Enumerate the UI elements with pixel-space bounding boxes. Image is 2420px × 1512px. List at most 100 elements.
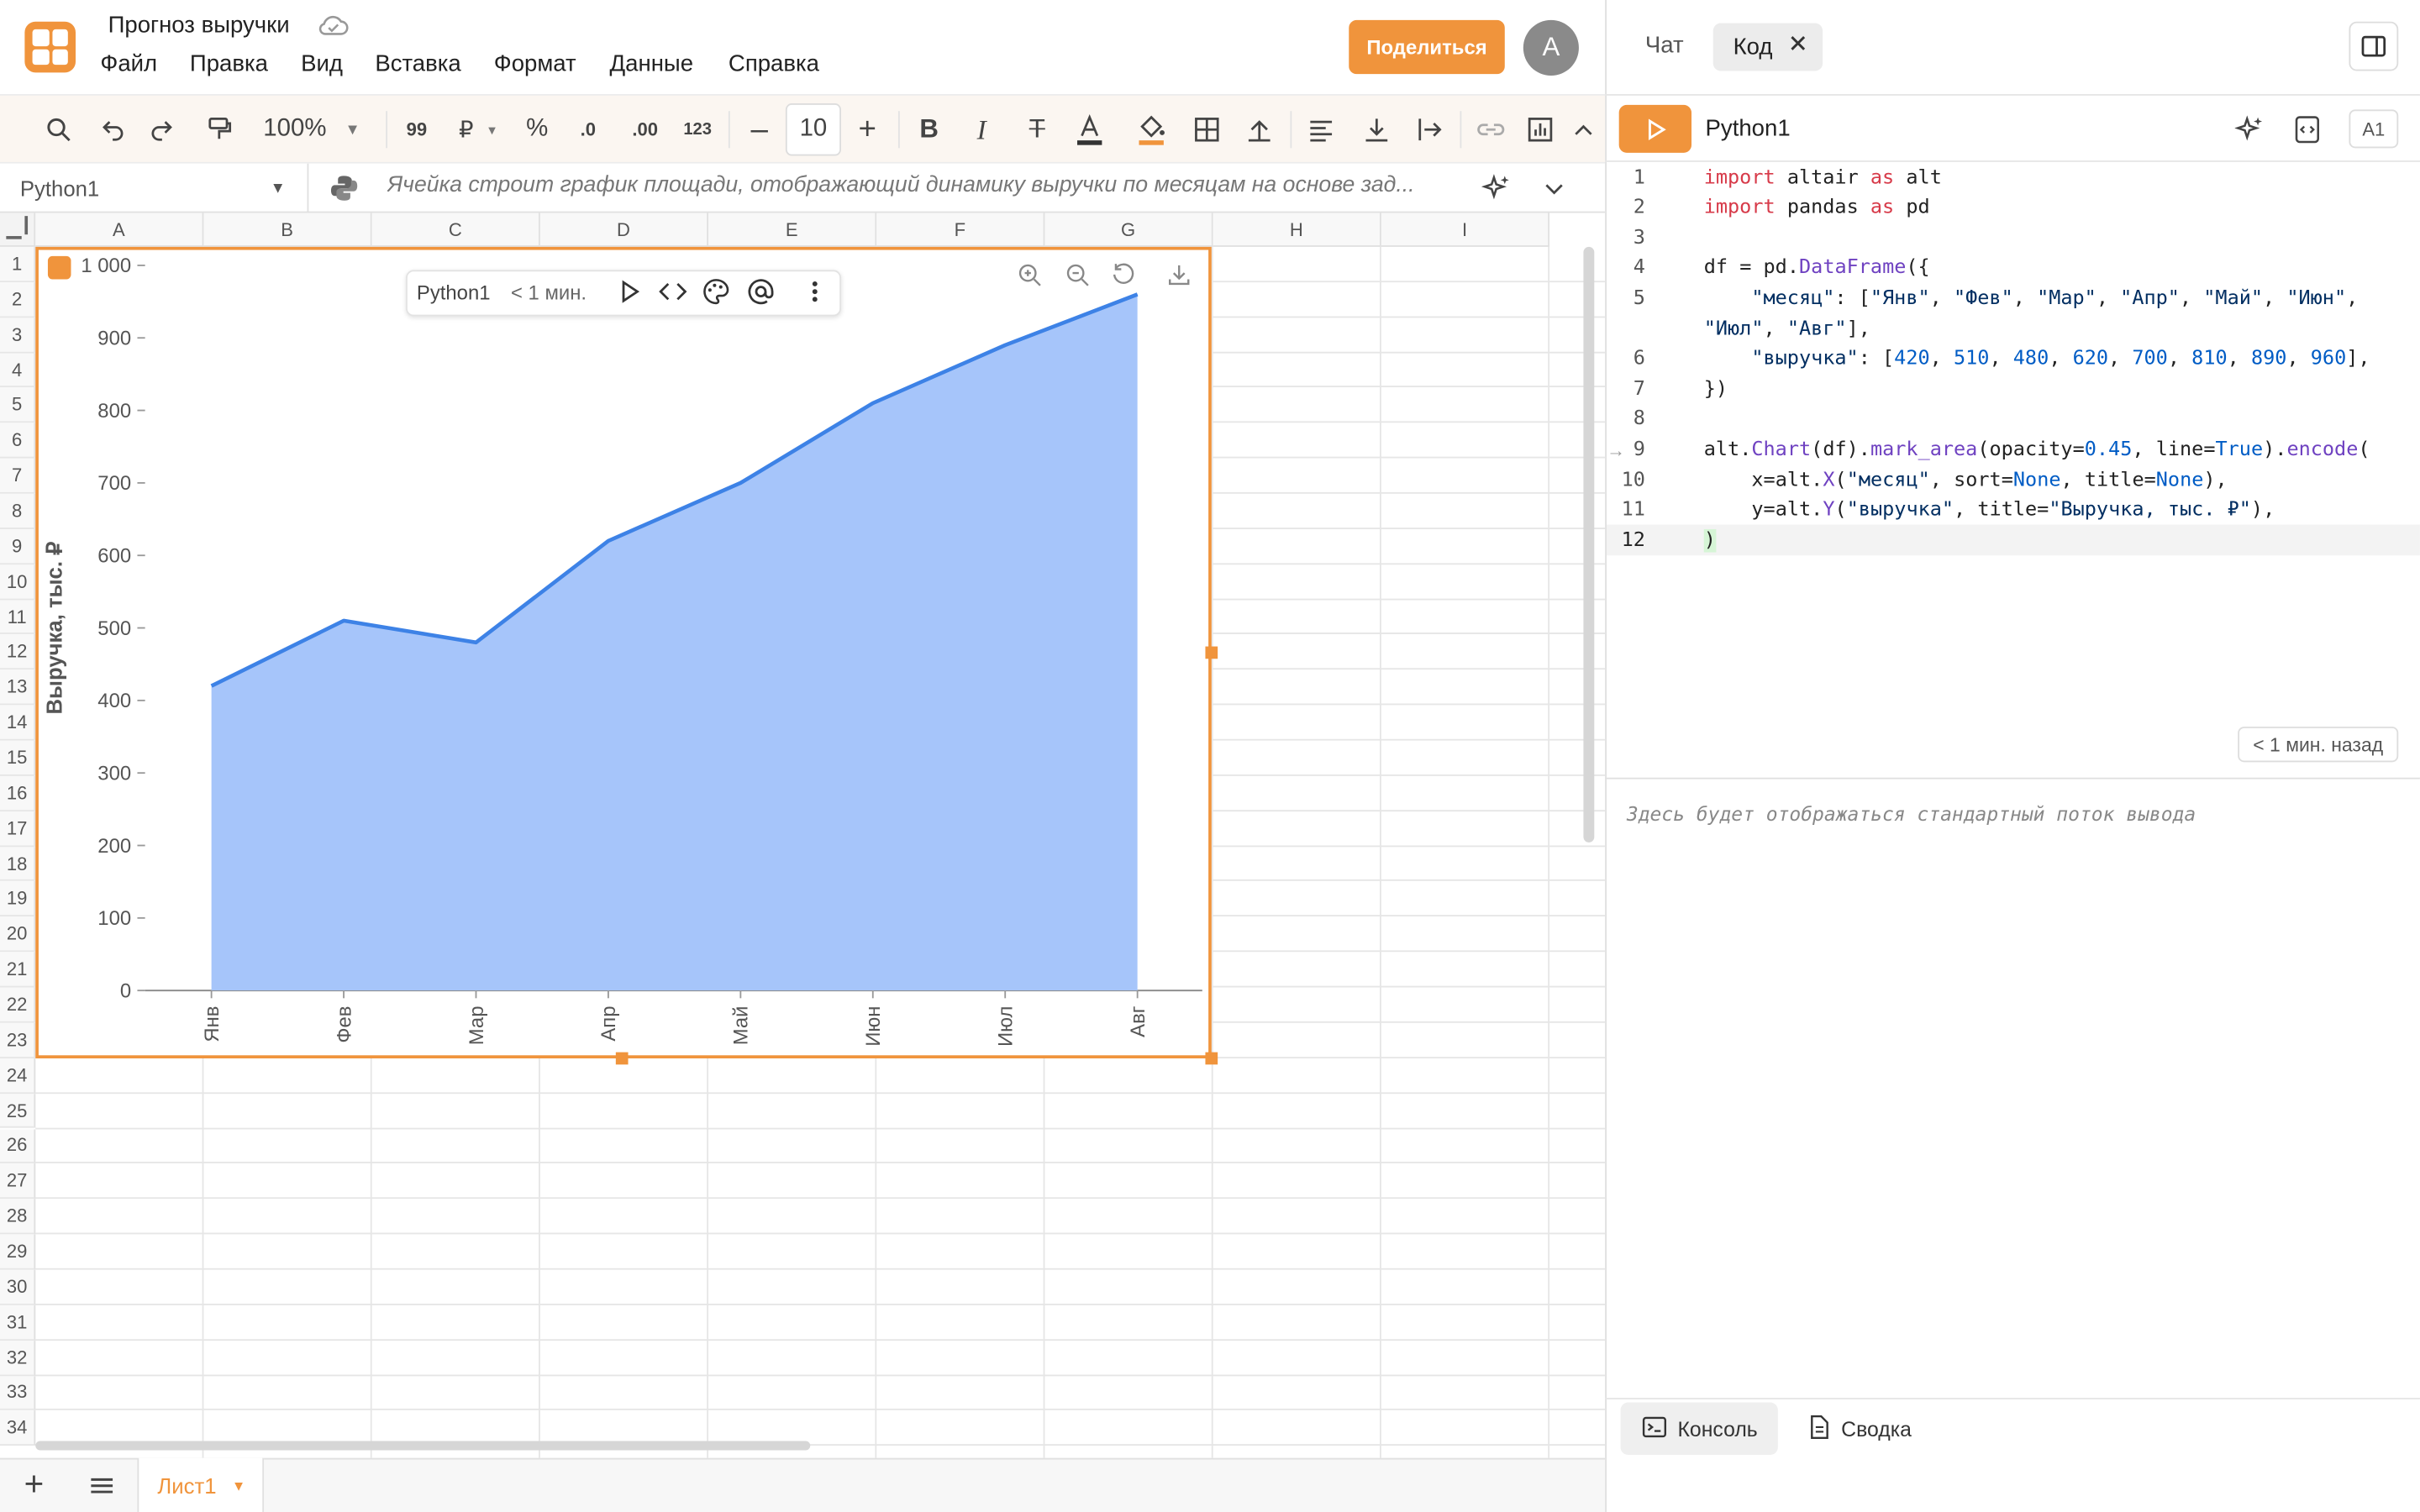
code-token: = <box>1763 468 1776 491</box>
y-tick-label: 300 <box>97 762 131 785</box>
code-token: alt <box>1703 438 1740 461</box>
code-text: import pandas as pd <box>1704 193 1930 223</box>
code-token: as <box>1870 196 1895 219</box>
toggle-panel-icon[interactable] <box>2349 21 2399 71</box>
code-token: "Выручка, тыс. ₽" <box>2049 498 2251 522</box>
app-frame: Прогноз выручки Файл Правка Вид Вставка … <box>0 0 2420 1512</box>
code-token: , <box>1929 468 1954 491</box>
code-token: , <box>1763 317 1787 340</box>
code-line[interactable]: 4 df = pd.DataFrame({ <box>1605 254 2420 284</box>
code-line[interactable]: 8 <box>1605 405 2420 435</box>
code-line[interactable]: 5 "месяц": ["Янв", "Фев", "Мар", "Апр", … <box>1605 284 2420 314</box>
code-line[interactable]: 2 import pandas as pd <box>1605 193 2420 223</box>
code-token: , <box>1989 347 2013 370</box>
code-token: , <box>2132 438 2156 461</box>
code-token: , <box>2263 286 2287 310</box>
play-icon[interactable] <box>619 279 641 312</box>
code-token: = <box>2203 438 2216 461</box>
y-tick-label: 800 <box>97 400 131 423</box>
code-token: , <box>2227 347 2251 370</box>
horizontal-scrollbar[interactable] <box>35 1441 811 1451</box>
line-number: 4 <box>1633 256 1645 280</box>
code-token: "Фев" <box>1953 286 2013 310</box>
code-token: opacity <box>1989 438 2073 461</box>
code-line[interactable]: 10 x=alt.X("месяц", sort=None, title=Non… <box>1605 465 2420 496</box>
close-icon[interactable] <box>1787 33 1809 60</box>
x-tick-label: Апр <box>597 1006 620 1042</box>
code-token: 420 <box>1894 347 1930 370</box>
code-token: , <box>1929 347 1954 370</box>
y-tick-label: 900 <box>97 328 131 350</box>
code-token: pd <box>1763 256 1787 280</box>
code-line[interactable]: 11 y=alt.Y("выручка", title="Выручка, ты… <box>1605 496 2420 526</box>
vertical-scrollbar[interactable] <box>1583 246 1595 843</box>
code-token: "месяц" <box>1846 468 1930 491</box>
reset-zoom-icon[interactable] <box>1111 262 1135 295</box>
y-tick-label: 700 <box>97 472 131 495</box>
code-token: , <box>1954 498 1978 522</box>
code-token: ), <box>2250 498 2275 522</box>
code-token: ), <box>2203 468 2228 491</box>
code-line[interactable]: 12) <box>1605 526 2420 556</box>
code-token: encode <box>2286 438 2359 461</box>
code-token: mark_area <box>1870 438 1978 461</box>
tab-summary[interactable]: Сводка <box>1793 1403 1941 1455</box>
code-token: ) <box>1703 528 1716 552</box>
ai-sparkle-icon[interactable] <box>2234 114 2266 153</box>
run-cell-button[interactable] <box>1618 104 1692 153</box>
zoom-in-icon[interactable] <box>1017 262 1041 295</box>
more-vert-icon[interactable] <box>810 279 819 312</box>
code-token: , <box>2012 286 2038 310</box>
panel-divider <box>1605 160 2420 162</box>
code-token: , <box>2096 286 2121 310</box>
panel-divider <box>1605 94 2420 96</box>
area-chart: 0 100 200 300 400 500 600 700 800 900 1 000 Янв Фев М… <box>43 255 1202 1047</box>
code-text: y=alt.Y("выручка", title="Выручка, тыс. … <box>1704 496 2275 526</box>
code-token: = <box>1728 256 1764 280</box>
code-token: , <box>2179 286 2204 310</box>
code-token: , <box>1929 286 1954 310</box>
panel-divider <box>1605 777 2420 780</box>
add-sheet-button[interactable]: + <box>17 1464 50 1503</box>
code-token: 510 <box>1953 347 1990 370</box>
code-line[interactable]: 1 import altair as alt <box>1605 163 2420 193</box>
y-tick-label: 1 000 <box>81 255 131 277</box>
code-token: alt <box>1775 468 1812 491</box>
sheet-tab-active[interactable]: Лист1 ▼ <box>137 1457 265 1512</box>
code-token: . <box>1811 468 1823 491</box>
download-icon[interactable] <box>1167 262 1192 295</box>
tab-chat[interactable]: Чат <box>1645 33 1684 59</box>
code-text: alt.Chart(df).mark_area(opacity=0.45, li… <box>1704 435 2370 465</box>
code-token: "Апр" <box>2120 286 2180 310</box>
code-line[interactable]: 9 alt.Chart(df).mark_area(opacity=0.45, l… <box>1605 435 2420 465</box>
line-number: 8 <box>1633 407 1645 431</box>
area-fill <box>211 294 1138 991</box>
tab-console[interactable]: Консоль <box>1620 1402 1778 1456</box>
chevron-down-icon: ▼ <box>231 1477 246 1494</box>
mention-icon[interactable] <box>747 278 775 313</box>
palette-icon[interactable] <box>702 278 730 313</box>
code-line[interactable]: 6 "выручка": [420, 510, 480, 620, 700, 8… <box>1605 344 2420 375</box>
code-icon[interactable] <box>659 279 687 312</box>
zoom-out-icon[interactable] <box>1065 262 1089 295</box>
y-tick-label: 600 <box>97 544 131 567</box>
x-tick-label: Май <box>730 1006 753 1046</box>
code-token: y <box>1751 498 1764 522</box>
code-token: ], <box>1846 317 1870 340</box>
tab-code[interactable]: Код <box>1712 23 1823 71</box>
code-token: 890 <box>2250 347 2287 370</box>
code-line[interactable]: 7}) <box>1605 375 2420 405</box>
code-line[interactable]: "Июл", "Авг"], <box>1605 314 2420 344</box>
code-token: df <box>1823 438 1847 461</box>
code-token: ( <box>2358 438 2370 461</box>
all-sheets-menu-icon[interactable] <box>87 1472 118 1507</box>
code-token: }) <box>1703 377 1728 401</box>
code-token: alt <box>1775 498 1812 522</box>
code-line[interactable]: 3 <box>1605 223 2420 254</box>
cell-reference-badge[interactable]: A1 <box>2349 109 2399 149</box>
code-snippet-icon[interactable] <box>2293 114 2321 153</box>
